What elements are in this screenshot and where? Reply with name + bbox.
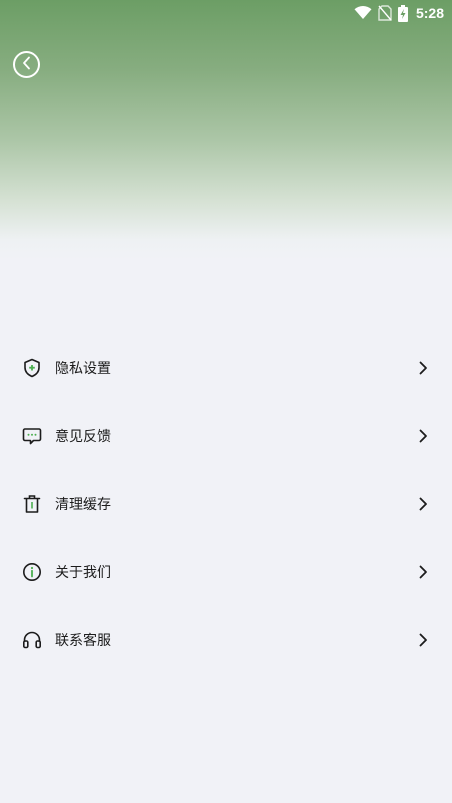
menu-item-about-us[interactable]: 关于我们: [0, 538, 452, 606]
menu-item-contact-support[interactable]: 联系客服: [0, 606, 452, 674]
chevron-right-icon: [416, 565, 430, 579]
back-button[interactable]: [13, 51, 40, 78]
chevron-right-icon: [416, 361, 430, 375]
menu-item-label: 意见反馈: [55, 429, 111, 445]
battery-charging-icon: [397, 4, 408, 22]
menu-item-label: 联系客服: [55, 633, 111, 649]
chevron-right-icon: [416, 497, 430, 511]
menu-item-privacy[interactable]: 隐私设置: [0, 334, 452, 402]
menu-item-label: 隐私设置: [55, 361, 111, 377]
menu-item-label: 关于我们: [55, 565, 111, 581]
chevron-right-icon: [416, 633, 430, 647]
settings-screen: 5:28 隐私设置 意见反馈 清理缓存 关于我们 联系客服: [0, 0, 452, 803]
shield-icon: [22, 358, 42, 378]
chevron-right-icon: [416, 429, 430, 443]
settings-menu: 隐私设置 意见反馈 清理缓存 关于我们 联系客服: [0, 334, 452, 674]
status-time: 5:28: [415, 5, 444, 21]
no-sim-icon: [378, 5, 392, 21]
feedback-icon: [22, 426, 42, 446]
trash-icon: [22, 494, 42, 514]
back-arrow-icon: [22, 55, 32, 74]
wifi-icon: [354, 6, 372, 20]
status-bar: 5:28: [0, 0, 452, 26]
headset-icon: [22, 630, 42, 650]
menu-item-clear-cache[interactable]: 清理缓存: [0, 470, 452, 538]
info-icon: [22, 562, 42, 582]
menu-item-feedback[interactable]: 意见反馈: [0, 402, 452, 470]
menu-item-label: 清理缓存: [55, 497, 111, 513]
